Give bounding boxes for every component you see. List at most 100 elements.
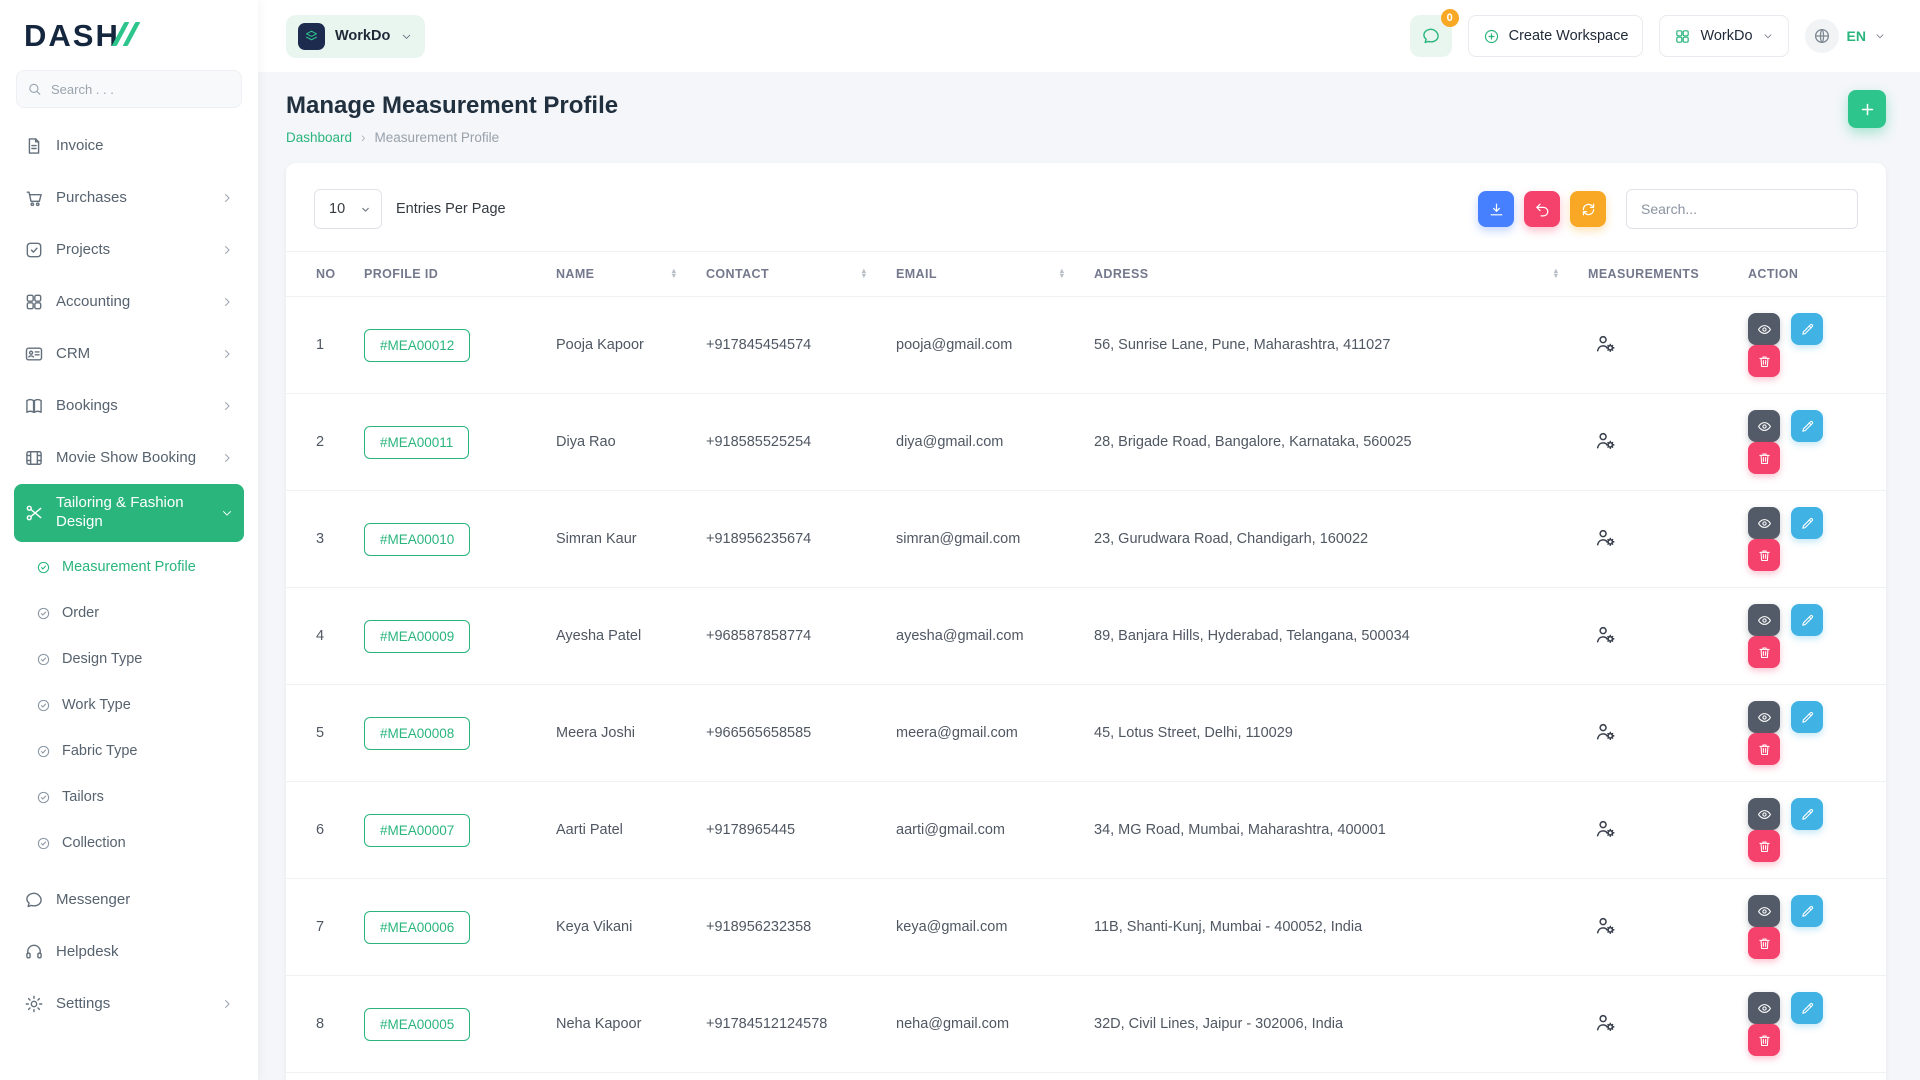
measurements-button[interactable] bbox=[1594, 623, 1617, 646]
sidebar-item-crm[interactable]: CRM bbox=[14, 328, 244, 380]
delete-button[interactable] bbox=[1748, 733, 1780, 765]
column-header-adress[interactable]: ADRESS ▲ ▼ bbox=[1080, 251, 1574, 297]
entries-per-page-label: Entries Per Page bbox=[396, 201, 506, 217]
sidebar-item-bookings[interactable]: Bookings bbox=[14, 380, 244, 432]
logo-text: DASH bbox=[24, 18, 120, 53]
column-header-contact[interactable]: CONTACT ▲ ▼ bbox=[692, 251, 882, 297]
edit-button[interactable] bbox=[1791, 895, 1824, 927]
cell-no: 7 bbox=[286, 878, 350, 976]
refresh-button[interactable] bbox=[1570, 191, 1606, 227]
view-button[interactable] bbox=[1748, 798, 1780, 830]
view-button[interactable] bbox=[1748, 507, 1780, 539]
sidebar-subitem-measurement-profile[interactable]: Measurement Profile bbox=[22, 544, 244, 590]
profile-id-badge[interactable]: #MEA00005 bbox=[364, 1007, 471, 1041]
measurements-button[interactable] bbox=[1594, 429, 1617, 452]
main-column: WorkDo 0 Create Workspace WorkDo EN Mana… bbox=[258, 0, 1920, 1080]
view-button[interactable] bbox=[1748, 992, 1780, 1024]
workdo-dropdown-button[interactable]: WorkDo bbox=[1659, 15, 1789, 57]
measurements-button[interactable] bbox=[1594, 817, 1617, 840]
view-button[interactable] bbox=[1748, 313, 1780, 345]
delete-button[interactable] bbox=[1748, 1024, 1780, 1056]
sidebar-item-projects[interactable]: Projects bbox=[14, 224, 244, 276]
user-gear-icon bbox=[1594, 720, 1617, 743]
column-header-profile-id: PROFILE ID bbox=[350, 251, 542, 297]
table-card: 10 Entries Per Page Search... NO PROFILE… bbox=[286, 163, 1886, 1080]
sidebar-search-input[interactable] bbox=[16, 70, 242, 108]
delete-button[interactable] bbox=[1748, 442, 1780, 474]
sidebar-item-tailoring-fashion-design[interactable]: Tailoring & Fashion Design bbox=[14, 484, 244, 542]
delete-button[interactable] bbox=[1748, 539, 1780, 571]
profile-id-badge[interactable]: #MEA00006 bbox=[364, 910, 471, 944]
sidebar-item-settings[interactable]: Settings bbox=[14, 978, 244, 1030]
sidebar-item-purchases[interactable]: Purchases bbox=[14, 172, 244, 224]
table-search-input[interactable] bbox=[1626, 189, 1858, 229]
profile-id-badge[interactable]: #MEA00010 bbox=[364, 522, 471, 556]
edit-button[interactable] bbox=[1791, 798, 1824, 830]
workspace-switcher[interactable]: WorkDo bbox=[286, 14, 426, 58]
delete-button[interactable] bbox=[1748, 927, 1780, 959]
edit-button[interactable] bbox=[1791, 604, 1824, 636]
create-workspace-button[interactable]: Create Workspace bbox=[1467, 15, 1644, 57]
edit-button[interactable] bbox=[1791, 992, 1824, 1024]
sidebar-subitem-work-type[interactable]: Work Type bbox=[22, 682, 244, 728]
delete-button[interactable] bbox=[1748, 636, 1780, 668]
trash-icon bbox=[1757, 354, 1772, 369]
sidebar-item-invoice[interactable]: Invoice bbox=[14, 120, 244, 172]
cell-actions bbox=[1734, 684, 1886, 782]
cell-contact: +968587858774 bbox=[692, 587, 882, 685]
sidebar-subitem-tailors[interactable]: Tailors bbox=[22, 774, 244, 820]
cell-no: 5 bbox=[286, 684, 350, 782]
view-button[interactable] bbox=[1748, 701, 1780, 733]
view-button[interactable] bbox=[1748, 895, 1780, 927]
sidebar-item-movie-show-booking[interactable]: Movie Show Booking bbox=[14, 432, 244, 484]
profile-id-badge[interactable]: #MEA00009 bbox=[364, 619, 471, 653]
edit-button[interactable] bbox=[1791, 410, 1824, 442]
app-logo[interactable]: DASH bbox=[0, 0, 258, 62]
messages-button[interactable]: 0 bbox=[1409, 9, 1459, 57]
edit-button[interactable] bbox=[1791, 313, 1824, 345]
measurements-button[interactable] bbox=[1594, 914, 1617, 937]
edit-button[interactable] bbox=[1791, 701, 1824, 733]
view-button[interactable] bbox=[1748, 410, 1780, 442]
reset-button[interactable] bbox=[1524, 191, 1560, 227]
chevron-right-icon bbox=[220, 295, 234, 309]
sidebar-item-messenger[interactable]: Messenger bbox=[14, 874, 244, 926]
user-gear-icon bbox=[1594, 429, 1617, 452]
sidebar-subitem-design-type[interactable]: Design Type bbox=[22, 636, 244, 682]
sidebar-item-accounting[interactable]: Accounting bbox=[14, 276, 244, 328]
export-button[interactable] bbox=[1478, 191, 1514, 227]
sidebar-subitem-collection[interactable]: Collection bbox=[22, 820, 244, 866]
cell-email: pooja@gmail.com bbox=[882, 296, 1080, 394]
edit-button[interactable] bbox=[1791, 507, 1824, 539]
plus-circle-icon bbox=[1483, 28, 1500, 45]
cell-name: Aarti Patel bbox=[542, 781, 692, 879]
profile-id-badge[interactable]: #MEA00011 bbox=[364, 425, 470, 459]
profile-id-badge[interactable]: #MEA00007 bbox=[364, 813, 471, 847]
book-icon bbox=[24, 396, 44, 416]
eye-icon bbox=[1757, 613, 1772, 628]
view-button[interactable] bbox=[1748, 604, 1780, 636]
measurements-button[interactable] bbox=[1594, 1011, 1617, 1034]
sidebar-item-helpdesk[interactable]: Helpdesk bbox=[14, 926, 244, 978]
measurements-button[interactable] bbox=[1594, 526, 1617, 549]
column-header-email[interactable]: EMAIL ▲ ▼ bbox=[882, 251, 1080, 297]
column-header-name[interactable]: NAME ▲ ▼ bbox=[542, 251, 692, 297]
delete-button[interactable] bbox=[1748, 345, 1780, 377]
delete-button[interactable] bbox=[1748, 830, 1780, 862]
cell-address: 34, MG Road, Mumbai, Maharashtra, 400001 bbox=[1080, 781, 1574, 879]
table-row: 3 #MEA00010 Simran Kaur +918956235674 si… bbox=[286, 490, 1886, 588]
entries-per-page-select[interactable]: 10 bbox=[314, 189, 382, 229]
cell-name: Meera Joshi bbox=[542, 684, 692, 782]
measurements-button[interactable] bbox=[1594, 720, 1617, 743]
language-selector[interactable]: EN bbox=[1804, 19, 1886, 53]
table-row: 5 #MEA00008 Meera Joshi +966565658585 me… bbox=[286, 684, 1886, 782]
cell-actions bbox=[1734, 878, 1886, 976]
breadcrumb-dashboard-link[interactable]: Dashboard bbox=[286, 130, 352, 145]
add-profile-button[interactable] bbox=[1848, 90, 1886, 128]
profile-id-badge[interactable]: #MEA00008 bbox=[364, 716, 471, 750]
sidebar-subitem-order[interactable]: Order bbox=[22, 590, 244, 636]
sidebar-subitem-fabric-type[interactable]: Fabric Type bbox=[22, 728, 244, 774]
measurements-button[interactable] bbox=[1594, 332, 1617, 355]
profile-id-badge[interactable]: #MEA00012 bbox=[364, 328, 471, 362]
cell-no: 2 bbox=[286, 393, 350, 491]
